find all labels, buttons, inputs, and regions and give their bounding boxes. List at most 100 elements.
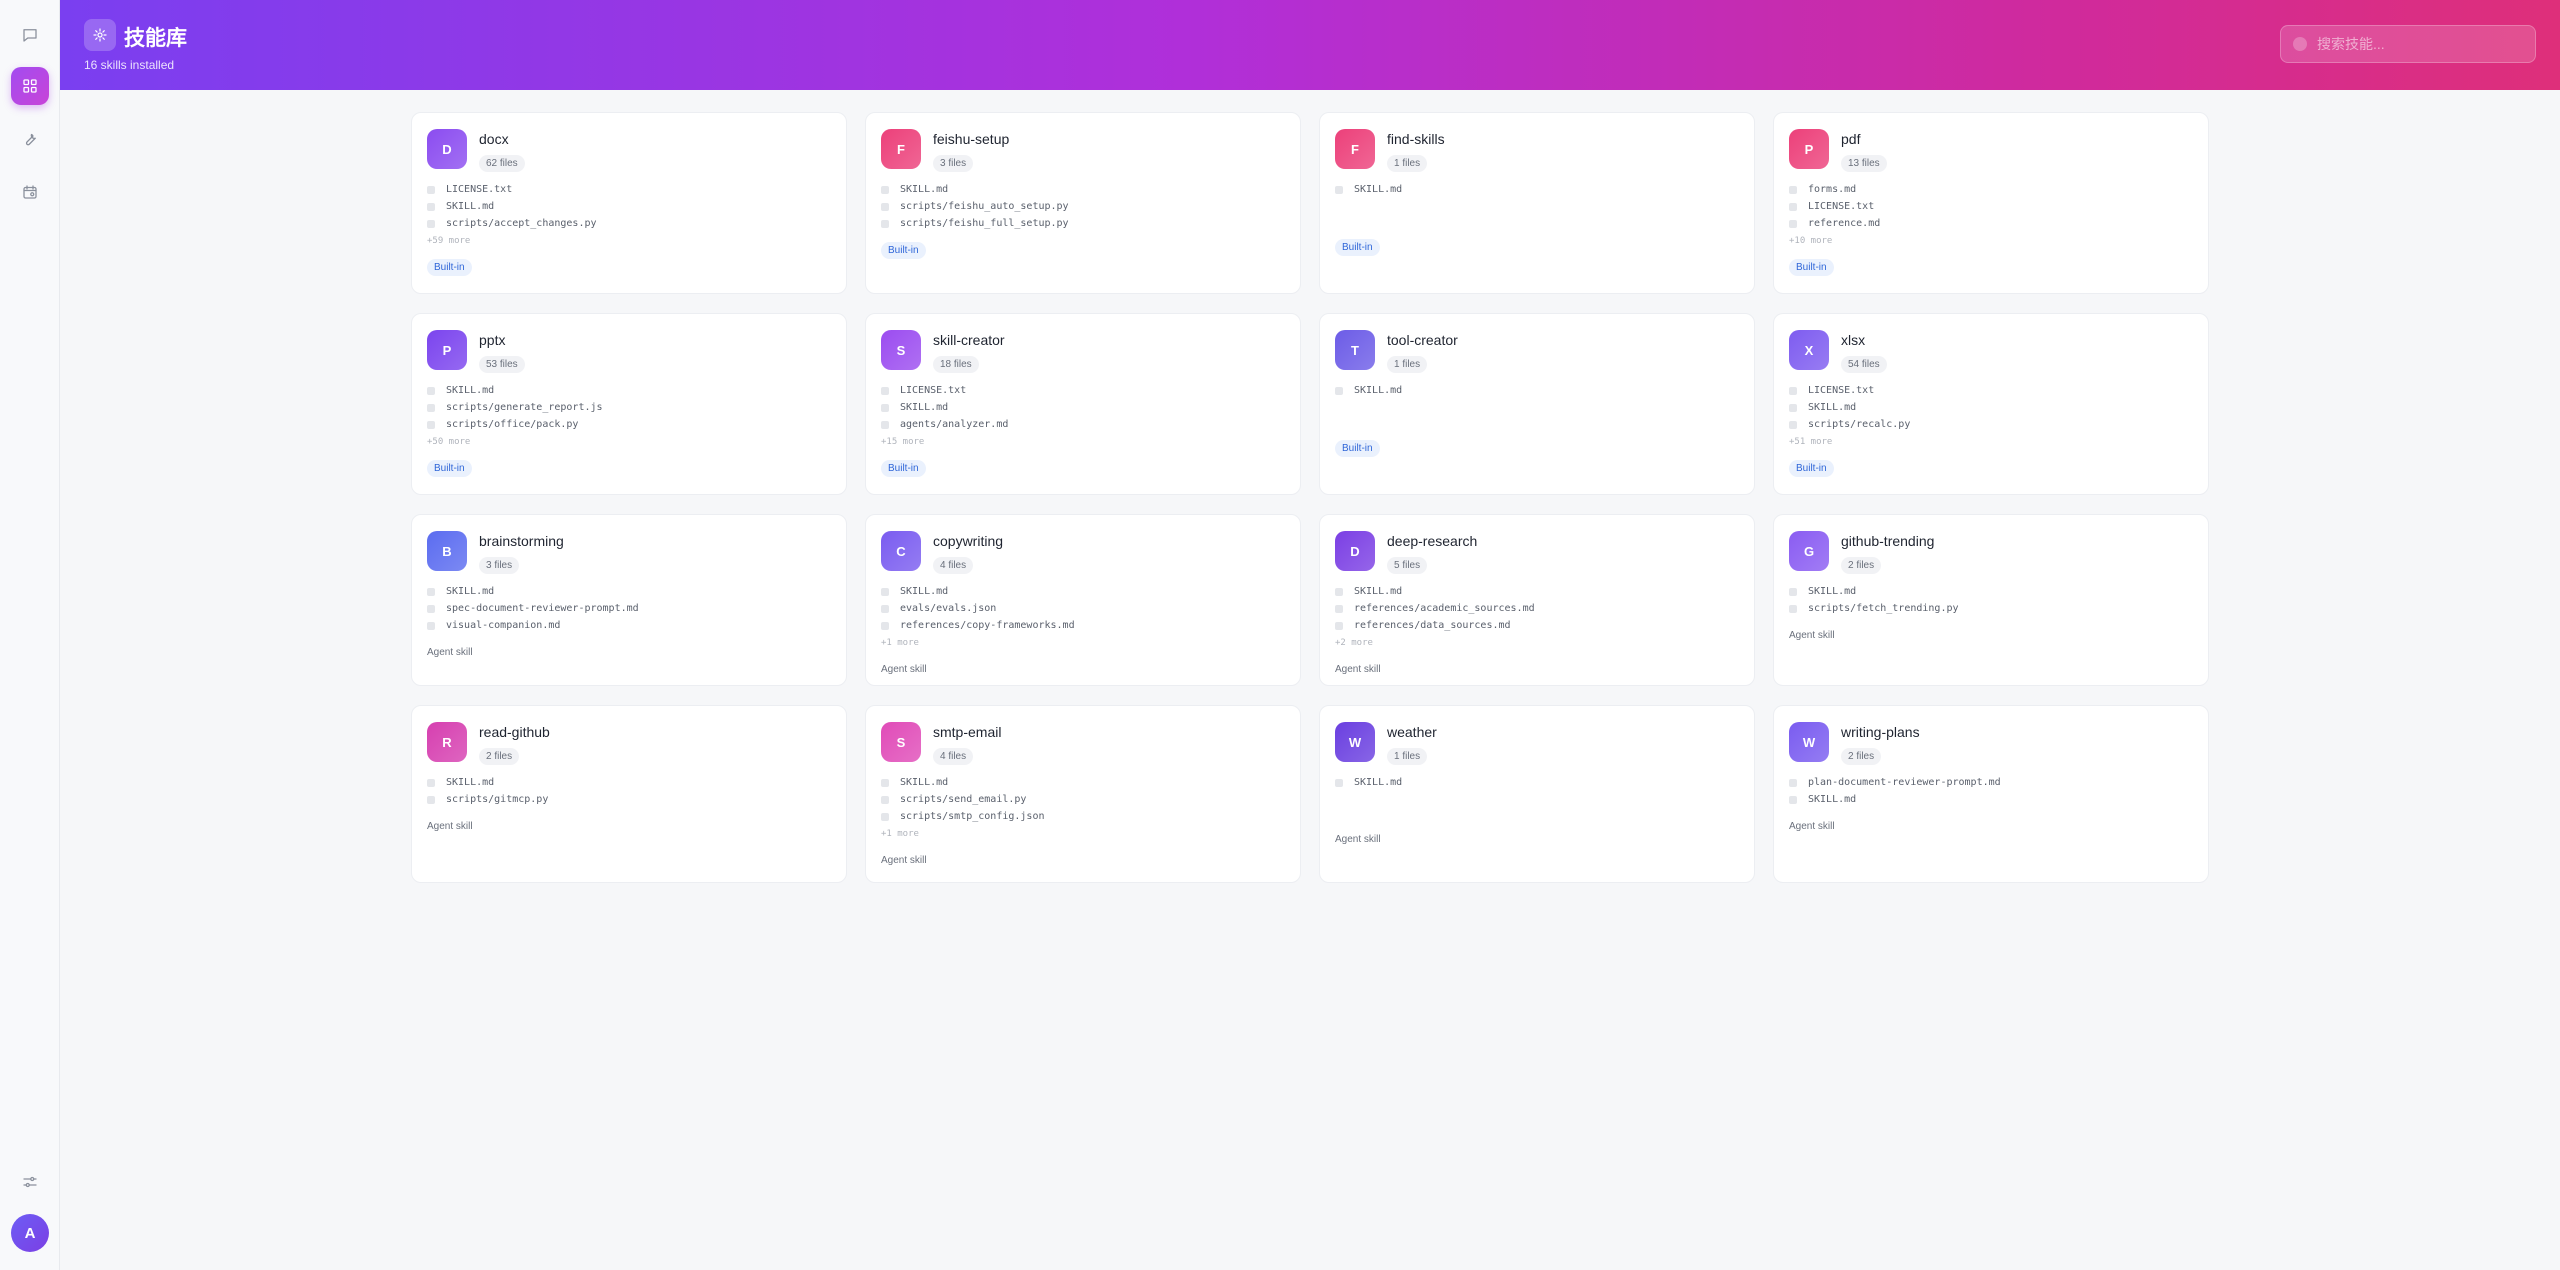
file-count-badge: 18 files [933,356,979,373]
file-item: SKILL.md [881,181,1069,198]
file-list: SKILL.md scripts/fetch_trending.py [1789,583,1959,617]
page-title: 技能库 [124,27,187,50]
skill-name: brainstorming [479,533,564,549]
skill-card[interactable]: Sskill-creator 18 files LICENSE.txt SKILL.m… [865,313,1301,495]
file-item: LICENSE.txt [1789,198,1880,215]
file-item: SKILL.md [1789,791,2001,808]
skill-avatar: F [1335,129,1375,169]
skill-card[interactable]: Ddocx 62 files LICENSE.txt SKILL.md scripts/… [411,112,847,294]
file-icon [881,778,889,787]
file-icon [1789,185,1797,194]
skill-avatar: C [881,531,921,571]
file-count-badge: 3 files [933,155,974,172]
agent-skill-label: Agent skill [1335,664,1381,675]
file-icon [1789,420,1797,429]
file-name: SKILL.md [900,402,949,413]
file-count-badge: 3 files [479,557,520,574]
file-list: forms.md LICENSE.txt reference.md +10 more [1789,181,1880,249]
file-item: scripts/feishu_auto_setup.py [881,198,1069,215]
file-item: SKILL.md [881,399,1008,416]
file-name: SKILL.md [900,777,949,788]
file-icon [427,202,435,211]
file-count-badge: 13 files [1841,155,1887,172]
sidebar-item-schedule[interactable] [11,173,49,211]
skill-card[interactable]: Wweather 1 files SKILL.md Agent skill [1319,705,1755,883]
skill-card[interactable]: Ccopywriting 4 files SKILL.md evals/evals.j… [865,514,1301,686]
file-name: SKILL.md [900,586,949,597]
skill-card[interactable]: Rread-github 2 files SKILL.md scripts/gitmc… [411,705,847,883]
skill-card[interactable]: Ffind-skills 1 files SKILL.md Built-in [1319,112,1755,294]
file-item: references/data_sources.md [1335,617,1535,634]
file-count-badge: 1 files [1387,356,1428,373]
skill-avatar: X [1789,330,1829,370]
user-avatar[interactable]: A [11,1214,49,1252]
file-icon [881,219,889,228]
skill-card[interactable]: Bbrainstorming 3 files SKILL.md spec-docume… [411,514,847,686]
file-item: scripts/recalc.py [1789,416,1910,433]
skill-card[interactable]: Ttool-creator 1 files SKILL.md Built-in [1319,313,1755,495]
file-count-badge: 1 files [1387,155,1428,172]
sidebar-item-chat[interactable] [11,16,49,54]
skill-card[interactable]: Ppptx 53 files SKILL.md scripts/generate_re… [411,313,847,495]
file-icon [427,587,435,596]
file-name: scripts/feishu_full_setup.py [900,218,1069,229]
skill-card[interactable]: Ffeishu-setup 3 files SKILL.md scripts/feis… [865,112,1301,294]
file-icon [1789,795,1797,804]
file-name: SKILL.md [1808,794,1857,805]
file-item: scripts/feishu_full_setup.py [881,215,1069,232]
file-icon [1789,219,1797,228]
file-list: SKILL.md scripts/gitmcp.py [427,774,548,808]
more-files: +2 more [1335,637,1373,648]
file-name: LICENSE.txt [446,184,513,195]
file-list: SKILL.md spec-document-reviewer-prompt.md… [427,583,639,634]
file-list: SKILL.md scripts/send_email.py scripts/smt… [881,774,1045,842]
file-list: SKILL.md [1335,774,1402,791]
file-icon [427,420,435,429]
file-list: LICENSE.txt SKILL.md scripts/accept_change… [427,181,597,249]
file-item: visual-companion.md [427,617,639,634]
file-count-badge: 5 files [1387,557,1428,574]
skill-card[interactable]: Ddeep-research 5 files SKILL.md references/… [1319,514,1755,686]
skill-name: writing-plans [1841,724,1920,740]
skill-avatar: G [1789,531,1829,571]
file-item: SKILL.md [427,583,639,600]
file-list: SKILL.md scripts/generate_report.js script… [427,382,603,450]
search-box[interactable] [2280,25,2536,63]
skill-card[interactable]: Xxlsx 54 files LICENSE.txt SKILL.md scripts/… [1773,313,2209,495]
file-name: plan-document-reviewer-prompt.md [1808,777,2001,788]
file-list: SKILL.md scripts/feishu_auto_setup.pyscri… [881,181,1069,232]
skill-name: copywriting [933,533,1004,549]
file-count-badge: 62 files [479,155,525,172]
skill-card[interactable]: Ggithub-trending 2 files SKILL.md scripts/f… [1773,514,2209,686]
file-item: SKILL.md [427,774,548,791]
builtin-badge: Built-in [881,460,926,477]
skill-card[interactable]: Wwriting-plans 2 files plan-document-revie… [1773,705,2209,883]
sidebar-item-tools[interactable] [11,120,49,158]
skill-card[interactable]: Ssmtp-email 4 files SKILL.md scripts/send_e… [865,705,1301,883]
sidebar-item-settings[interactable] [11,1163,49,1201]
file-list: SKILL.md [1335,181,1402,198]
skill-avatar: S [881,722,921,762]
file-icon [881,812,889,821]
file-icon [427,604,435,613]
file-icon [1335,587,1343,596]
wrench-icon [25,133,36,146]
file-name: SKILL.md [1354,777,1403,788]
file-item: SKILL.md [1789,583,1959,600]
file-icon [1335,604,1343,613]
file-item: SKILL.md [1789,399,1910,416]
sidebar-item-skills[interactable] [11,67,49,105]
file-item: SKILL.md [427,198,597,215]
file-item: scripts/smtp_config.json [881,808,1045,825]
file-item: SKILL.md [1335,583,1535,600]
more-files: +10 more [1789,235,1833,246]
search-icon [2293,37,2307,51]
file-item: scripts/send_email.py [881,791,1045,808]
skill-avatar: W [1789,722,1829,762]
file-name: spec-document-reviewer-prompt.md [446,603,639,614]
skill-card[interactable]: Ppdf 13 files forms.md LICENSE.txt reference… [1773,112,2209,294]
skill-name: skill-creator [933,332,1005,348]
file-icon [1789,202,1797,211]
file-name: references/copy-frameworks.md [900,620,1075,631]
search-input[interactable] [2317,36,2517,52]
